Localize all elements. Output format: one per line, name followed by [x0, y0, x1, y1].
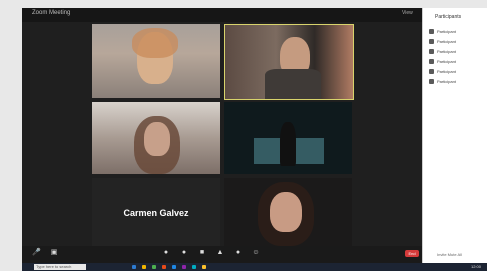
participants-panel: Participants Participant Participant Par… — [422, 8, 487, 263]
app-icon[interactable] — [132, 265, 136, 269]
video-tile-3[interactable] — [92, 102, 220, 174]
participant-name: Participant — [437, 29, 456, 34]
participant-name: Participant — [437, 79, 456, 84]
participant-video — [270, 192, 302, 232]
participant-item[interactable]: Participant — [429, 68, 485, 75]
video-tile-1[interactable] — [92, 24, 220, 98]
app-icon[interactable] — [182, 265, 186, 269]
camera-icon[interactable]: ▣ — [50, 249, 58, 257]
search-input[interactable]: Type here to search — [34, 264, 86, 270]
avatar — [429, 69, 434, 74]
video-tile-5[interactable]: Carmen Galvez — [92, 178, 220, 246]
video-tile-6[interactable] — [224, 178, 352, 246]
share-screen-icon[interactable]: ▲ — [216, 249, 224, 257]
avatar — [429, 29, 434, 34]
end-meeting-button[interactable]: End — [405, 250, 419, 257]
system-clock: 12:00 — [470, 264, 481, 269]
participant-name: Carmen Galvez — [123, 208, 189, 218]
participant-item[interactable]: Participant — [429, 28, 485, 35]
participant-silhouette — [280, 122, 296, 166]
security-icon[interactable]: ● — [162, 249, 170, 257]
participants-title: Participants — [435, 14, 462, 20]
participants-actions[interactable]: Invite Mute All — [437, 252, 462, 257]
participant-name: Participant — [437, 59, 456, 64]
meeting-toolbar: 🎤 ▣ ● ● ■ ▲ ● ☺ End — [22, 246, 422, 263]
participant-body — [265, 69, 321, 99]
participant-name: Participant — [437, 39, 456, 44]
video-tile-2[interactable] — [224, 24, 354, 100]
window-title: Zoom Meeting — [32, 10, 71, 16]
app-icon[interactable] — [142, 265, 146, 269]
avatar — [429, 49, 434, 54]
participant-name: Participant — [437, 49, 456, 54]
app-icon[interactable] — [162, 265, 166, 269]
participant-item[interactable]: Participant — [429, 38, 485, 45]
chat-icon[interactable]: ■ — [198, 249, 206, 257]
avatar — [429, 79, 434, 84]
reactions-icon[interactable]: ☺ — [252, 249, 260, 257]
os-taskbar: Type here to search 12:00 — [22, 263, 487, 271]
participant-video — [144, 122, 170, 156]
app-icon[interactable] — [192, 265, 196, 269]
microphone-icon[interactable]: 🎤 — [32, 249, 41, 257]
participants-icon[interactable]: ● — [180, 249, 188, 257]
record-icon[interactable]: ● — [234, 249, 242, 257]
participant-hair — [132, 28, 178, 58]
avatar — [429, 59, 434, 64]
app-icon[interactable] — [172, 265, 176, 269]
app-icon[interactable] — [202, 265, 206, 269]
view-button[interactable]: View — [402, 10, 413, 16]
avatar — [429, 39, 434, 44]
participant-item[interactable]: Participant — [429, 78, 485, 85]
video-gallery: Carmen Galvez — [92, 24, 362, 246]
participant-item[interactable]: Participant — [429, 48, 485, 55]
participant-name: Participant — [437, 69, 456, 74]
video-tile-4[interactable] — [224, 102, 352, 174]
app-icon[interactable] — [152, 265, 156, 269]
title-bar: Zoom Meeting — [22, 8, 422, 22]
participant-item[interactable]: Participant — [429, 58, 485, 65]
